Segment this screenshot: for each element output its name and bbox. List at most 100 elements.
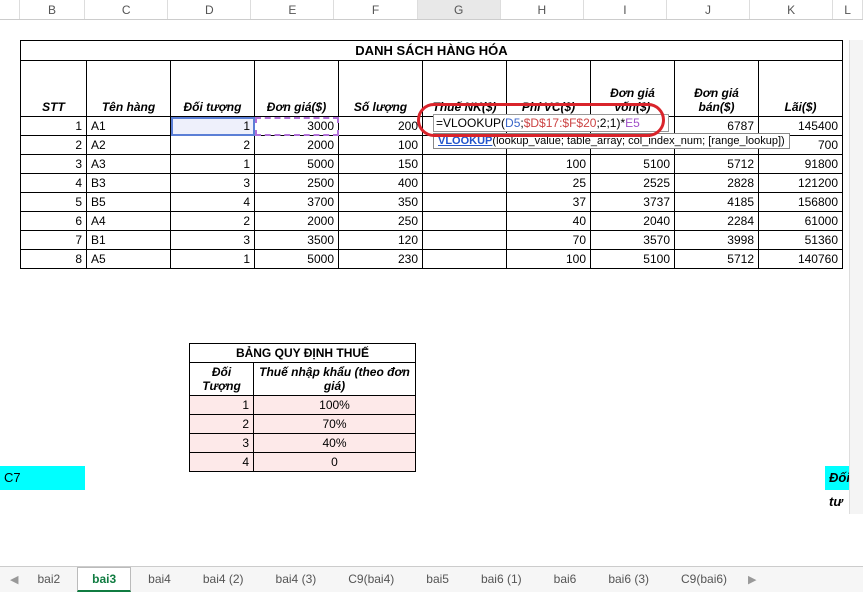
cell[interactable]: A1 [87, 117, 171, 136]
cell[interactable]: 2500 [255, 174, 339, 193]
tax-val[interactable]: 70% [254, 415, 416, 434]
col-J[interactable]: J [667, 0, 750, 19]
cell[interactable]: 7 [21, 231, 87, 250]
tax-row[interactable]: 1100% [190, 396, 416, 415]
cell[interactable]: 2000 [255, 212, 339, 231]
cell[interactable]: 70 [507, 231, 591, 250]
cell[interactable]: 37 [507, 193, 591, 212]
sheet-tab-bai3[interactable]: bai3 [77, 567, 131, 592]
cell[interactable] [423, 212, 507, 231]
cell[interactable]: 5 [21, 193, 87, 212]
cell[interactable]: 4185 [675, 193, 759, 212]
sheet-tab-bai4 (3)[interactable]: bai4 (3) [261, 567, 332, 592]
tax-key[interactable]: 2 [190, 415, 254, 434]
tax-val[interactable]: 40% [254, 434, 416, 453]
cell[interactable]: 3570 [591, 231, 675, 250]
cell[interactable]: 200 [339, 117, 423, 136]
cell[interactable]: 6 [21, 212, 87, 231]
cell[interactable]: 2 [171, 136, 255, 155]
cell[interactable]: 250 [339, 212, 423, 231]
cell[interactable]: 25 [507, 174, 591, 193]
sheet-tab-C9(bai6)[interactable]: C9(bai6) [666, 567, 742, 592]
sheet-tab-bai5[interactable]: bai5 [411, 567, 464, 592]
cell[interactable]: 91800 [759, 155, 843, 174]
tax-row[interactable]: 340% [190, 434, 416, 453]
col-B[interactable]: B [20, 0, 85, 19]
cell[interactable]: 3 [21, 155, 87, 174]
vertical-scrollbar[interactable] [849, 40, 863, 514]
cell[interactable] [423, 193, 507, 212]
col-I[interactable]: I [584, 0, 667, 19]
col-F[interactable]: F [334, 0, 417, 19]
tax-val[interactable]: 0 [254, 453, 416, 472]
tax-key[interactable]: 4 [190, 453, 254, 472]
table-row[interactable]: 8A51500023010051005712140760 [21, 250, 843, 269]
sheet-tab-C9(bai4)[interactable]: C9(bai4) [333, 567, 409, 592]
table-row[interactable]: 5B5437003503737374185156800 [21, 193, 843, 212]
cell[interactable]: 5000 [255, 155, 339, 174]
tab-prev-icon[interactable]: ◀ [6, 573, 22, 586]
sheet-tab-bai2[interactable]: bai2 [22, 567, 75, 592]
tax-row[interactable]: 270% [190, 415, 416, 434]
cell[interactable]: 51360 [759, 231, 843, 250]
formula-edit-cell[interactable]: =VLOOKUP(D5;$D$17:$F$20;2;1)*E5 [433, 114, 669, 132]
col-H[interactable]: H [501, 0, 584, 19]
cell[interactable]: 2000 [255, 136, 339, 155]
cell[interactable]: A5 [87, 250, 171, 269]
cell[interactable]: 2828 [675, 174, 759, 193]
cell[interactable]: 5000 [255, 250, 339, 269]
cell[interactable]: 100 [507, 155, 591, 174]
cell[interactable]: 400 [339, 174, 423, 193]
cell[interactable]: 5712 [675, 250, 759, 269]
tax-row[interactable]: 40 [190, 453, 416, 472]
cell[interactable]: 156800 [759, 193, 843, 212]
cell[interactable]: A2 [87, 136, 171, 155]
cell[interactable]: 5712 [675, 155, 759, 174]
col-K[interactable]: K [750, 0, 833, 19]
cell[interactable]: 2525 [591, 174, 675, 193]
table-row[interactable]: 4B3325004002525252828121200 [21, 174, 843, 193]
tab-next-icon[interactable]: ▶ [744, 573, 760, 586]
sheet-tab-bai6 (3)[interactable]: bai6 (3) [593, 567, 664, 592]
float-cell-left[interactable]: C7 [0, 466, 85, 490]
cell[interactable]: 120 [339, 231, 423, 250]
cell[interactable]: 3000 [255, 117, 339, 136]
cell[interactable]: 3 [171, 174, 255, 193]
col-L[interactable]: L [833, 0, 863, 19]
tax-val[interactable]: 100% [254, 396, 416, 415]
cell[interactable]: 100 [507, 250, 591, 269]
cell[interactable]: B1 [87, 231, 171, 250]
cell[interactable]: 3700 [255, 193, 339, 212]
sheet-tab-bai4[interactable]: bai4 [133, 567, 186, 592]
cell[interactable]: 1 [171, 117, 255, 136]
hint-fn[interactable]: VLOOKUP [438, 135, 492, 147]
cell[interactable]: 8 [21, 250, 87, 269]
cell[interactable] [423, 231, 507, 250]
cell[interactable]: 5100 [591, 155, 675, 174]
col-D[interactable]: D [168, 0, 251, 19]
cell[interactable] [423, 250, 507, 269]
cell[interactable]: 3500 [255, 231, 339, 250]
cell[interactable]: B3 [87, 174, 171, 193]
cell[interactable]: 40 [507, 212, 591, 231]
cell[interactable]: 2040 [591, 212, 675, 231]
tax-key[interactable]: 3 [190, 434, 254, 453]
sheet-tab-bai6 (1)[interactable]: bai6 (1) [466, 567, 537, 592]
cell[interactable]: 230 [339, 250, 423, 269]
col-C[interactable]: C [85, 0, 168, 19]
cell[interactable]: A3 [87, 155, 171, 174]
sheet-tab-bai4 (2)[interactable]: bai4 (2) [188, 567, 259, 592]
cell[interactable] [423, 174, 507, 193]
cell[interactable]: 3998 [675, 231, 759, 250]
cell[interactable]: 4 [171, 193, 255, 212]
cell[interactable]: 4 [21, 174, 87, 193]
cell[interactable]: 5100 [591, 250, 675, 269]
cell[interactable]: 150 [339, 155, 423, 174]
cell[interactable]: 3 [171, 231, 255, 250]
cell[interactable]: 1 [171, 155, 255, 174]
cell[interactable]: B5 [87, 193, 171, 212]
table-row[interactable]: 3A315000150 1005100571291800 [21, 155, 843, 174]
cell[interactable]: 1 [21, 117, 87, 136]
cell[interactable]: 2 [171, 212, 255, 231]
table-row[interactable]: 7B133500120 703570399851360 [21, 231, 843, 250]
